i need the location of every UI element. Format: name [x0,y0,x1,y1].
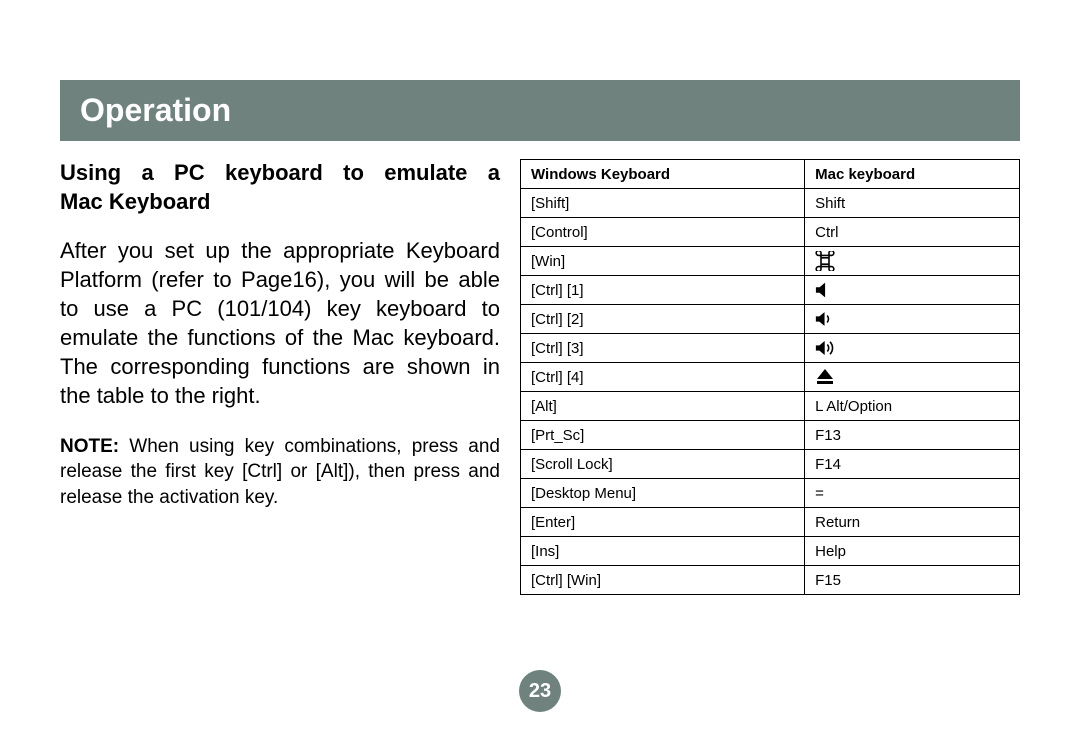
section-heading: Using a PC keyboard to emulate a Mac Key… [60,159,500,216]
windows-key-cell: [Ctrl] [1] [521,276,805,305]
table-row: [Ctrl] [2] [521,305,1020,334]
speaker-vol-down-icon [815,310,841,328]
note-body: When using key combinations, press and r… [60,436,500,507]
table-row: [Enter]Return [521,508,1020,537]
body-paragraph: After you set up the appropriate Keyboar… [60,236,500,410]
right-column: Windows Keyboard Mac keyboard [Shift]Shi… [520,159,1020,595]
table-row: [Desktop Menu]= [521,479,1020,508]
content-row: Using a PC keyboard to emulate a Mac Key… [60,159,1020,595]
eject-icon [815,368,835,386]
table-header-mac: Mac keyboard [805,160,1020,189]
windows-key-cell: [Control] [521,218,805,247]
document-page: Operation Using a PC keyboard to emulate… [0,0,1080,752]
table-row: [Prt_Sc]F13 [521,421,1020,450]
table-row: [Ins]Help [521,537,1020,566]
mac-key-cell [805,334,1020,363]
windows-key-cell: [Ins] [521,537,805,566]
table-row: [Ctrl] [1] [521,276,1020,305]
heading-line-2: Mac Keyboard [60,188,500,217]
mac-key-cell: Shift [805,189,1020,218]
mac-key-cell: Ctrl [805,218,1020,247]
windows-key-cell: [Prt_Sc] [521,421,805,450]
mac-key-cell: F13 [805,421,1020,450]
mac-key-cell [805,305,1020,334]
heading-line-1: Using a PC keyboard to emulate a [60,160,500,185]
windows-key-cell: [Desktop Menu] [521,479,805,508]
mac-key-cell: F15 [805,566,1020,595]
key-mapping-table: Windows Keyboard Mac keyboard [Shift]Shi… [520,159,1020,595]
mac-key-cell: Return [805,508,1020,537]
speaker-mute-icon [815,281,837,299]
windows-key-cell: [Ctrl] [Win] [521,566,805,595]
command-icon [815,251,835,271]
windows-key-cell: [Shift] [521,189,805,218]
mac-key-cell: Help [805,537,1020,566]
mac-key-cell: F14 [805,450,1020,479]
table-row: [Ctrl] [3] [521,334,1020,363]
note-paragraph: NOTE: When using key combinations, press… [60,434,500,509]
windows-key-cell: [Ctrl] [2] [521,305,805,334]
table-row: [Alt]L Alt/Option [521,392,1020,421]
table-row: [Win] [521,247,1020,276]
mac-key-cell: = [805,479,1020,508]
windows-key-cell: [Ctrl] [4] [521,363,805,392]
note-label: NOTE: [60,436,119,457]
table-row: [Ctrl] [4] [521,363,1020,392]
page-number-badge: 23 [519,670,561,712]
windows-key-cell: [Enter] [521,508,805,537]
section-title-bar: Operation [60,80,1020,141]
table-row: [Scroll Lock]F14 [521,450,1020,479]
speaker-vol-up-icon [815,339,845,357]
windows-key-cell: [Scroll Lock] [521,450,805,479]
windows-key-cell: [Ctrl] [3] [521,334,805,363]
table-row: [Control]Ctrl [521,218,1020,247]
mac-key-cell [805,247,1020,276]
table-row: [Ctrl] [Win]F15 [521,566,1020,595]
left-column: Using a PC keyboard to emulate a Mac Key… [60,159,500,595]
table-header-windows: Windows Keyboard [521,160,805,189]
mac-key-cell [805,276,1020,305]
mac-key-cell: L Alt/Option [805,392,1020,421]
table-row: [Shift]Shift [521,189,1020,218]
windows-key-cell: [Win] [521,247,805,276]
windows-key-cell: [Alt] [521,392,805,421]
table-header-row: Windows Keyboard Mac keyboard [521,160,1020,189]
mac-key-cell [805,363,1020,392]
